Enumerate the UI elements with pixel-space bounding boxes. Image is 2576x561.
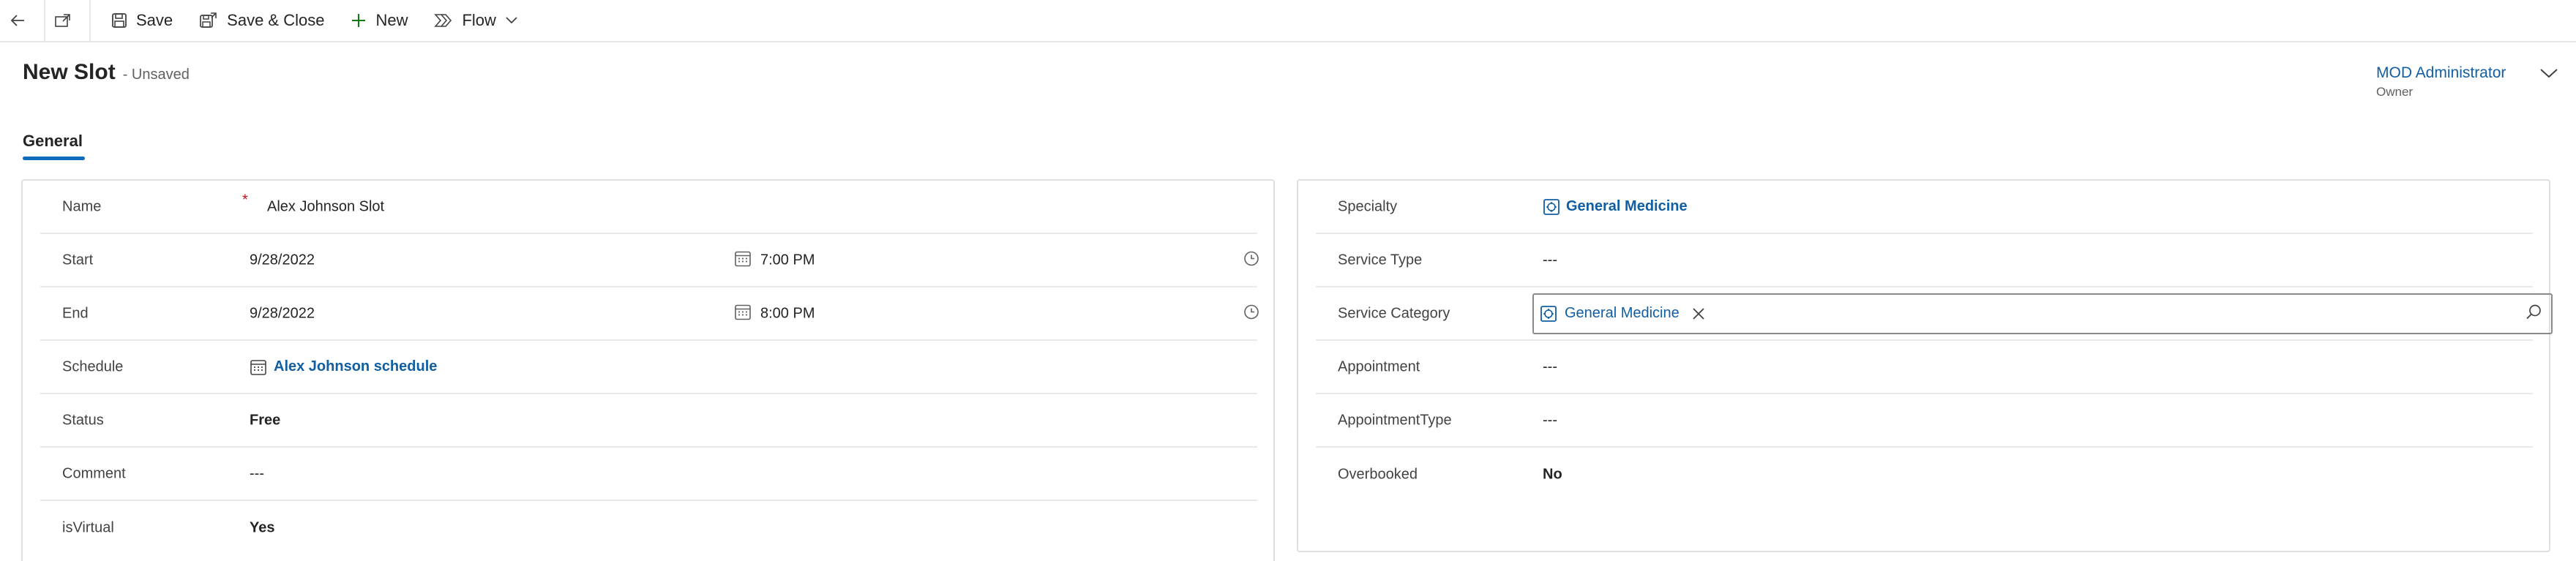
schedule-row: Schedule Alex Johnson schedule — [40, 341, 1257, 394]
isvirtual-toggle[interactable]: Yes — [250, 519, 274, 536]
specialty-label: Specialty — [1338, 198, 1398, 214]
form-header: New Slot - Unsaved — [23, 60, 190, 85]
status-row: Status Free — [40, 394, 1257, 448]
appointment-type-row: AppointmentType --- — [1316, 394, 2533, 448]
service-type-row: Service Type --- — [1316, 234, 2533, 287]
start-time-input[interactable]: 7:00 PM — [760, 252, 815, 268]
save-and-close-button[interactable]: Save & Close — [186, 0, 337, 42]
entity-icon — [1543, 198, 1560, 215]
open-in-new-window-button[interactable] — [45, 0, 91, 42]
flow-button-label: Flow — [462, 11, 496, 29]
general-right-section: Specialty General Medicine Service Type … — [1297, 179, 2553, 552]
comment-row: Comment --- — [40, 448, 1257, 501]
service-category-row: Service Category General Medicine — [1316, 287, 2553, 341]
specialty-link[interactable]: General Medicine — [1543, 198, 1688, 216]
service-category-label: Service Category — [1338, 305, 1450, 321]
chevron-down-icon — [2540, 69, 2558, 78]
calendar-icon — [250, 359, 266, 375]
appointment-input[interactable]: --- — [1543, 358, 1557, 375]
owner-link[interactable]: MOD Administrator — [2376, 64, 2506, 82]
schedule-value: Alex Johnson schedule — [274, 358, 438, 374]
chevron-down-icon — [506, 17, 517, 24]
service-category-lookup[interactable]: General Medicine — [1532, 293, 2553, 334]
page-title: New Slot — [23, 60, 116, 84]
overbooked-toggle[interactable]: No — [1543, 466, 1562, 483]
service-type-label: Service Type — [1338, 252, 1423, 268]
header-expand-button[interactable] — [2539, 67, 2558, 83]
save-icon — [112, 13, 127, 28]
save-close-icon — [200, 12, 217, 28]
back-button[interactable] — [0, 0, 45, 42]
clock-icon[interactable] — [1243, 304, 1259, 323]
save-button[interactable]: Save — [98, 0, 186, 42]
search-icon — [2526, 304, 2541, 319]
flow-dropdown-button[interactable] — [499, 0, 534, 42]
name-label: Name — [62, 198, 102, 214]
specialty-row: Specialty General Medicine — [1316, 181, 2533, 234]
appointment-label: Appointment — [1338, 358, 1420, 374]
calendar-icon[interactable] — [734, 303, 752, 324]
clock-icon[interactable] — [1243, 250, 1259, 270]
name-input[interactable]: Alex Johnson Slot — [267, 198, 384, 215]
comment-label: Comment — [62, 465, 126, 481]
overbooked-row: Overbooked No — [1316, 448, 2533, 501]
end-time-input[interactable]: 8:00 PM — [760, 305, 815, 322]
new-button-label: New — [375, 11, 408, 29]
owner-label: Owner — [2376, 85, 2414, 99]
schedule-label: Schedule — [62, 358, 124, 374]
tab-selected-indicator — [23, 157, 85, 160]
status-select[interactable]: Free — [250, 412, 280, 429]
isvirtual-row: isVirtual Yes — [40, 501, 1257, 554]
service-type-input[interactable]: --- — [1543, 252, 1557, 268]
entity-icon — [1540, 305, 1557, 322]
name-row: Name * Alex Johnson Slot — [40, 181, 1257, 234]
new-button[interactable]: New — [337, 0, 421, 42]
status-label: Status — [62, 412, 104, 428]
save-and-close-label: Save & Close — [227, 11, 325, 29]
specialty-value: General Medicine — [1566, 198, 1688, 214]
appointment-type-input[interactable]: --- — [1543, 412, 1557, 429]
start-date-input[interactable]: 9/28/2022 — [250, 252, 315, 268]
isvirtual-label: isVirtual — [62, 519, 114, 535]
remove-value-button[interactable] — [1691, 306, 1713, 321]
lookup-search-button[interactable] — [2525, 303, 2542, 324]
appointment-type-label: AppointmentType — [1338, 412, 1452, 428]
required-indicator: * — [242, 192, 248, 208]
schedule-link[interactable]: Alex Johnson schedule — [250, 358, 437, 376]
end-label: End — [62, 305, 89, 321]
calendar-icon[interactable] — [734, 249, 752, 271]
save-button-label: Save — [136, 11, 173, 29]
flow-button[interactable]: Flow — [421, 0, 498, 42]
end-date-input[interactable]: 9/28/2022 — [250, 305, 315, 322]
flow-icon — [434, 14, 452, 27]
general-left-section: Name * Alex Johnson Slot Start 9/28/2022… — [21, 179, 1275, 561]
selected-record-chip[interactable]: General Medicine — [1540, 305, 1713, 323]
overbooked-label: Overbooked — [1338, 466, 1418, 482]
end-row: End 9/28/2022 8:00 PM — [40, 287, 1259, 341]
save-status: - Unsaved — [122, 67, 190, 83]
tab-general[interactable]: General — [23, 132, 83, 151]
command-bar: Save Save & Close New Flow — [0, 0, 2576, 42]
back-arrow-icon — [10, 15, 24, 26]
start-row: Start 9/28/2022 7:00 PM — [40, 234, 1259, 287]
appointment-row: Appointment --- — [1316, 341, 2533, 394]
service-category-value: General Medicine — [1565, 305, 1680, 321]
close-icon — [1693, 307, 1704, 320]
plus-icon — [352, 14, 366, 27]
start-label: Start — [62, 252, 94, 268]
owner-field: MOD Administrator Owner — [2376, 64, 2506, 99]
comment-input[interactable]: --- — [250, 465, 264, 482]
popout-icon — [55, 14, 70, 27]
